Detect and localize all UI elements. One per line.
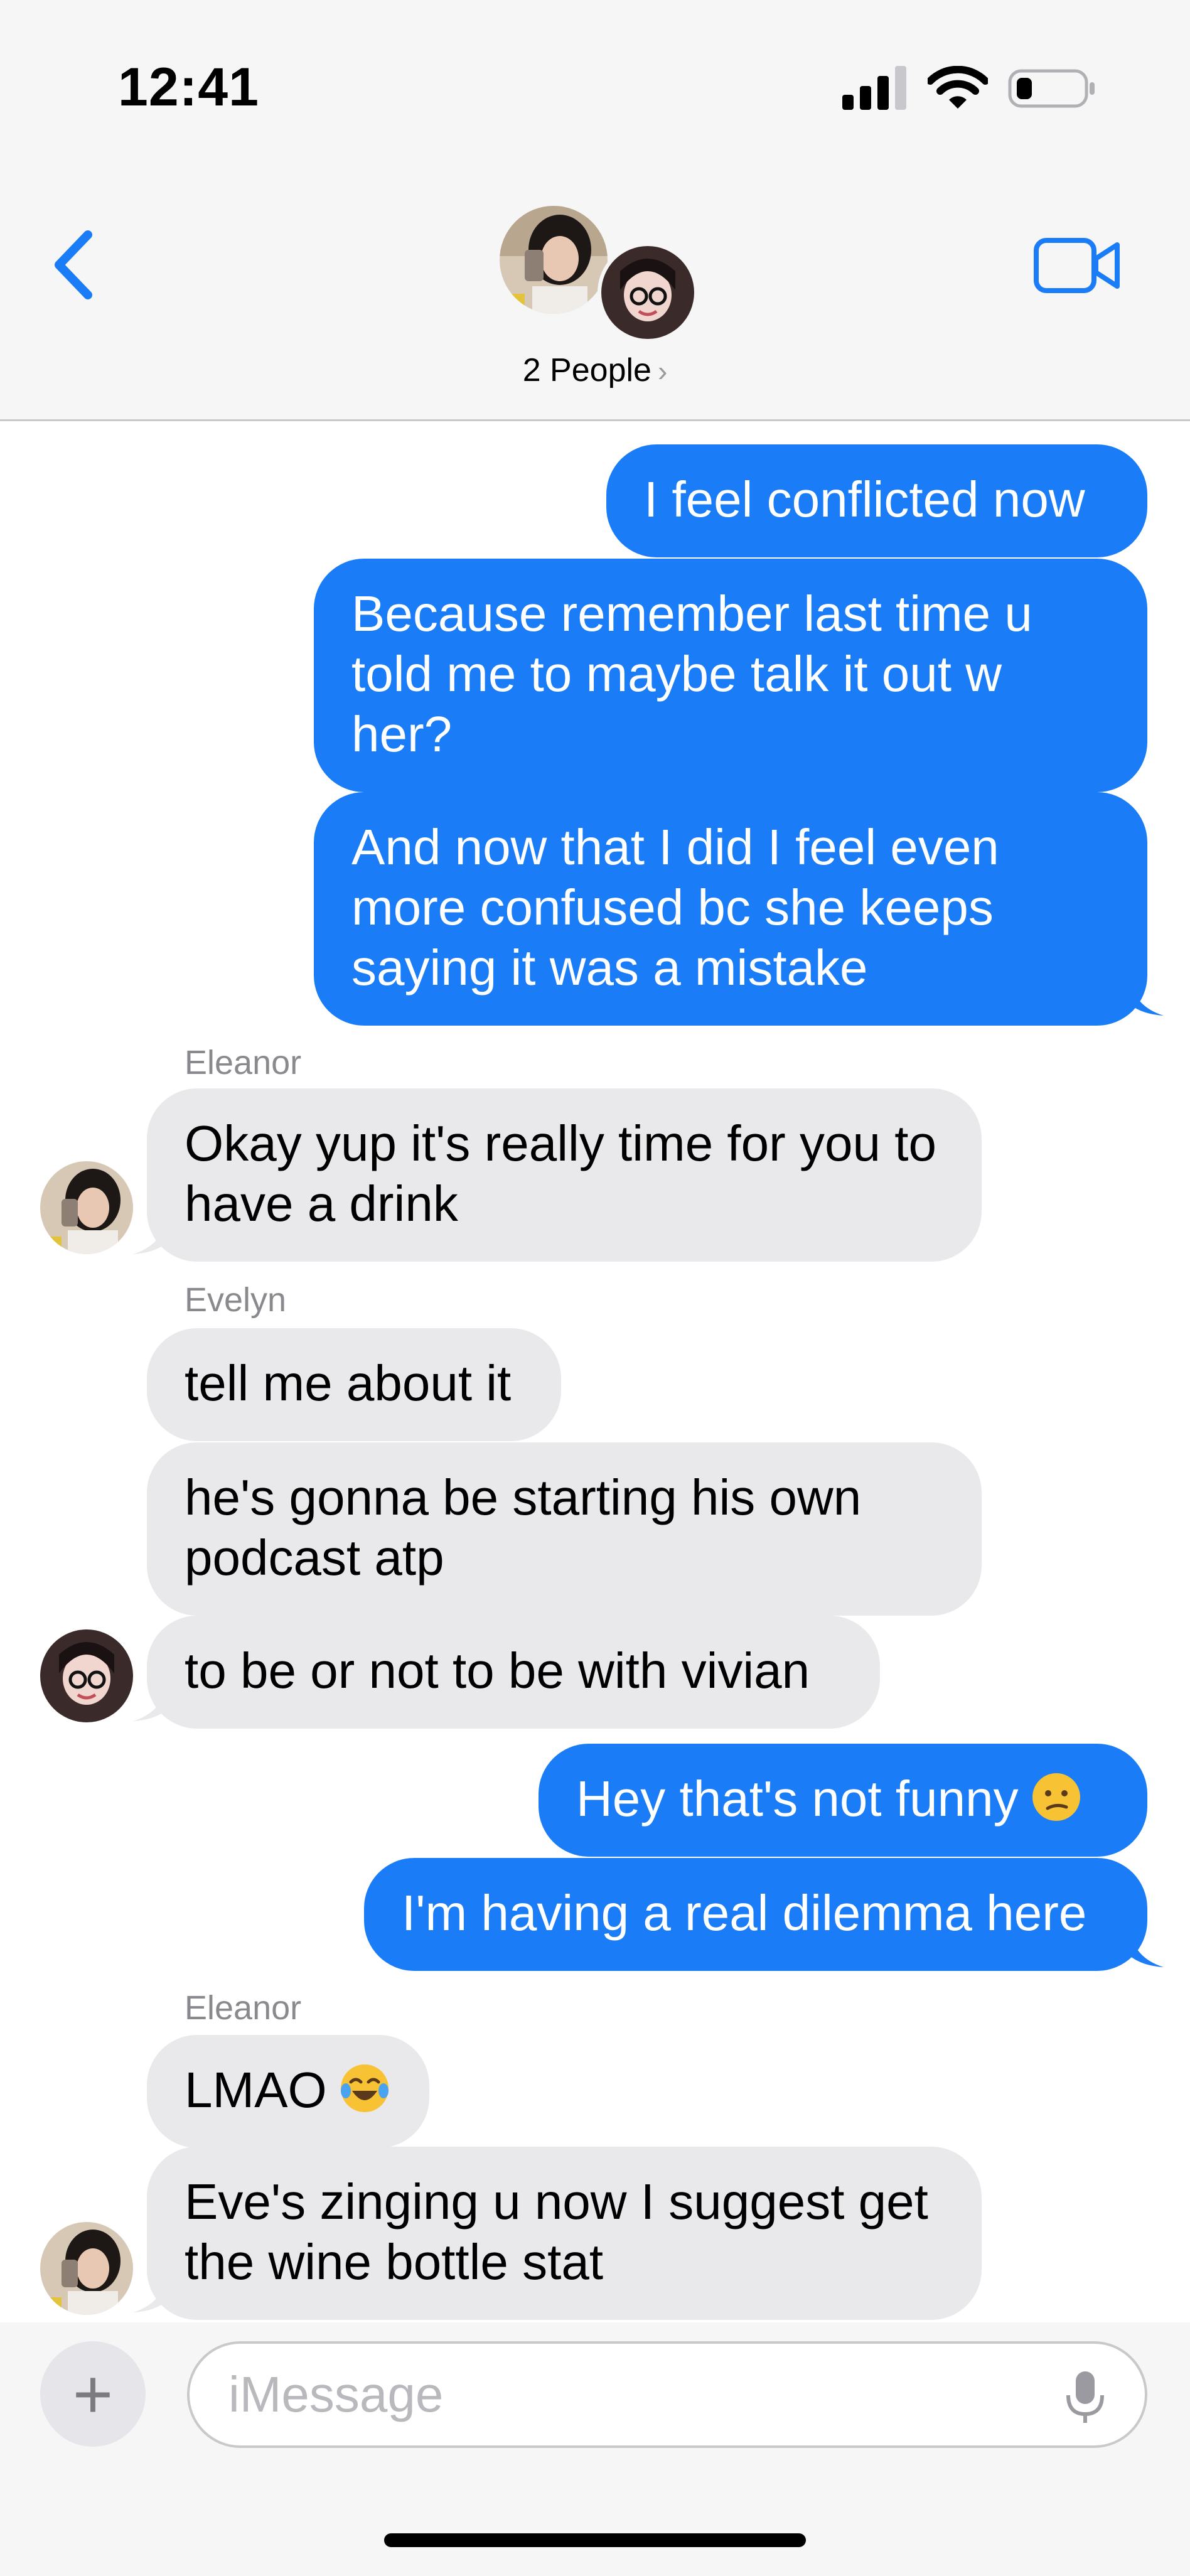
sender-name: Eleanor [185,1989,302,2027]
avatar-photo-icon [40,1161,133,1254]
bubble-tail [133,1685,167,1721]
bubble-tail [133,2276,167,2312]
chevron-right-icon: › [657,355,668,387]
avatar-photo-icon [601,246,694,339]
confused-face-emoji-icon [1032,1773,1080,1821]
message-text: Okay yup it's really time for you to hav… [185,1115,936,1232]
wifi-icon [928,66,988,109]
home-indicator[interactable] [384,2533,806,2547]
status-icons [842,63,1096,113]
apps-plus-button[interactable]: + [40,2341,146,2447]
message-bubble-received[interactable]: LMAO [147,2035,429,2148]
imessage-input-container[interactable] [187,2341,1147,2448]
group-details-link[interactable]: 2 People › [0,352,1190,389]
message-bubble-sent[interactable]: Because remember last time u told me to … [314,559,1147,792]
tears-of-joy-emoji-icon [340,2064,389,2112]
microphone-icon[interactable] [1063,2369,1107,2425]
avatar-eleanor[interactable] [40,1161,133,1254]
message-bubble-sent[interactable]: I'm having a real dilemma here [364,1858,1147,1971]
battery-icon [1008,69,1095,108]
message-text: Eve's zinging u now I suggest get the wi… [185,2174,928,2290]
message-bubble-received[interactable]: he's gonna be starting his own podcast a… [147,1442,982,1616]
message-text: Hey that's not funny [576,1771,1019,1827]
message-text: LMAO [185,2062,327,2118]
avatar-photo-icon [40,2222,133,2315]
message-bubble-received[interactable]: tell me about it [147,1328,561,1441]
message-bubble-received[interactable]: to be or not to be with vivian [147,1616,880,1729]
message-text: I feel conflicted now [644,471,1085,527]
message-text: And now that I did I feel even more conf… [351,819,999,996]
sender-name: Eleanor [185,1044,302,1081]
bubble-tail [1130,979,1164,1016]
message-text: I'm having a real dilemma here [402,1885,1087,1941]
signal-icon [842,66,906,110]
avatar-evelyn[interactable] [40,1629,133,1722]
plus-icon: + [72,2355,114,2433]
message-bubble-received[interactable]: Eve's zinging u now I suggest get the wi… [147,2147,982,2320]
sender-name: Evelyn [185,1281,287,1319]
group-avatar-evelyn[interactable] [598,242,698,343]
people-count-label: 2 People [522,352,651,389]
message-text: he's gonna be starting his own podcast a… [185,1469,862,1586]
message-bubble-sent[interactable]: And now that I did I feel even more conf… [314,792,1147,1026]
message-text: tell me about it [185,1355,512,1411]
avatar-photo-icon [40,1629,133,1722]
facetime-video-icon[interactable] [1033,237,1121,294]
status-time: 12:41 [118,57,259,117]
back-chevron-icon[interactable] [49,227,99,303]
bubble-tail [1130,1931,1164,1967]
message-text: Because remember last time u told me to … [351,586,1032,762]
message-bubble-received[interactable]: Okay yup it's really time for you to hav… [147,1088,982,1262]
message-text: to be or not to be with vivian [185,1643,810,1699]
avatar-eleanor[interactable] [40,2222,133,2315]
group-avatar-eleanor[interactable] [496,202,611,318]
message-bubble-sent[interactable]: Hey that's not funny [539,1744,1147,1857]
message-bubble-sent[interactable]: I feel conflicted now [606,444,1147,557]
message-input[interactable] [227,2365,983,2424]
avatar-photo-icon [500,206,608,314]
bubble-tail [133,1218,167,1254]
